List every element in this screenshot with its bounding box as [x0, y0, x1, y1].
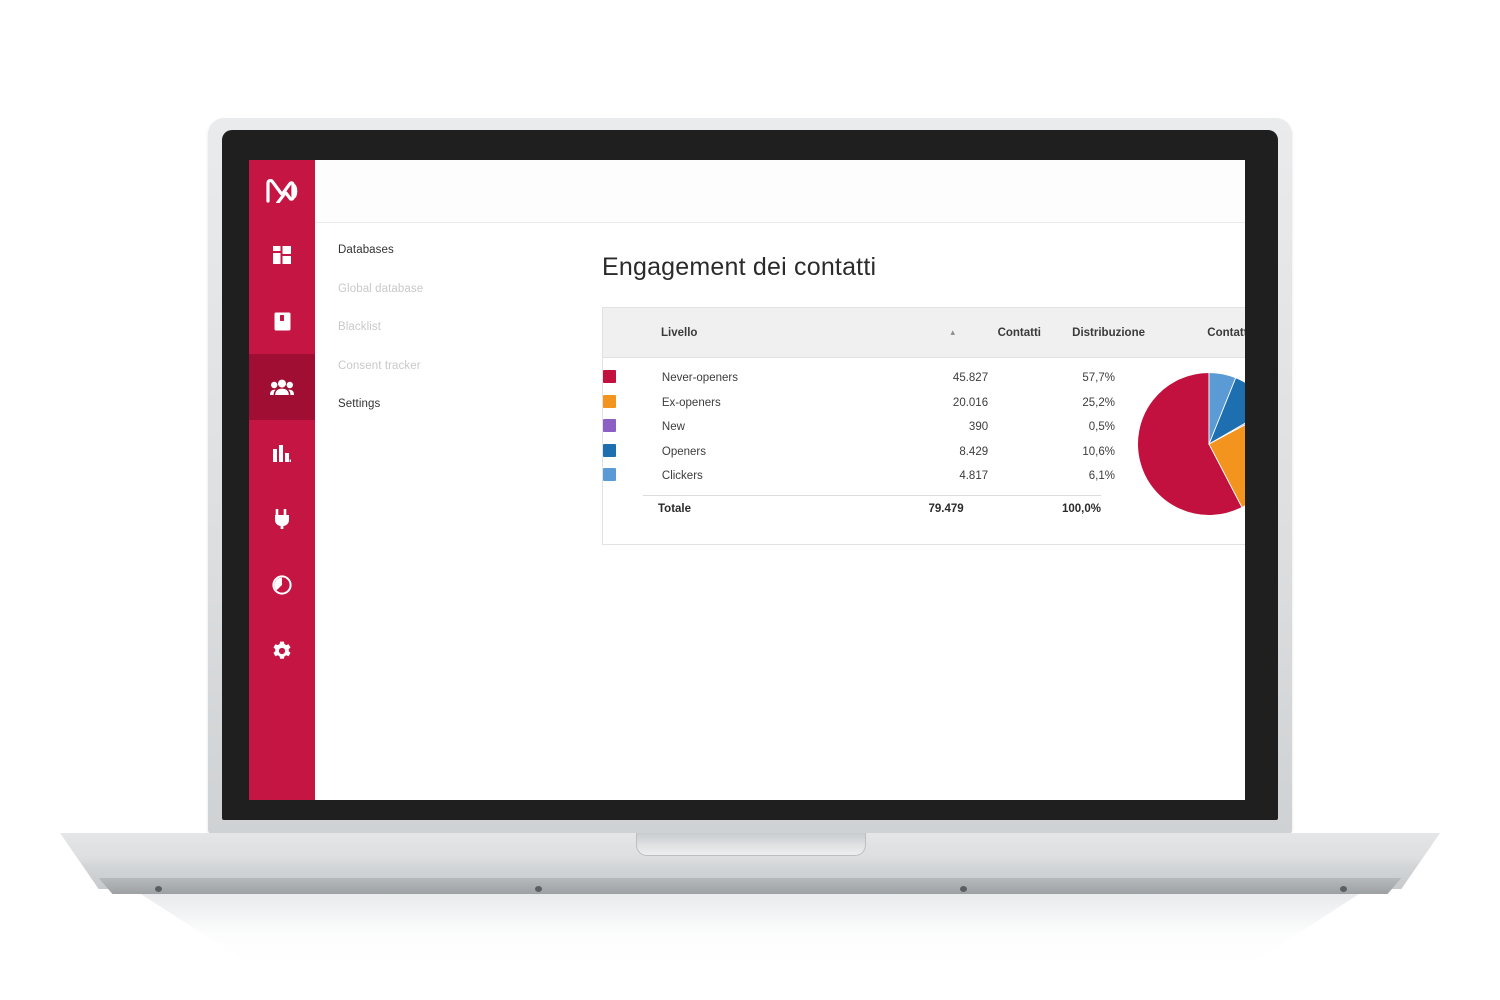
cell-total-distribuzione: 100,0% [1061, 502, 1101, 515]
table-row[interactable]: Ex-openers 20.016 25,2% [603, 391, 1115, 416]
cell-contatti: 8.429 [959, 445, 989, 458]
dashboard-icon [273, 246, 291, 264]
secondary-nav-header [315, 160, 450, 223]
laptop-foot [535, 886, 542, 892]
secondary-nav-list: Databases Global database Blacklist Cons… [315, 223, 450, 438]
legend-swatch-openers [603, 443, 616, 457]
cell-total-contatti: 79.479 [928, 502, 964, 515]
column-header-contatti-chart: Contatti [1207, 326, 1245, 339]
table-row-total: Totale 79.479 100,0% [603, 496, 1115, 522]
laptop-reflection [140, 894, 1360, 966]
table-row[interactable]: Clickers 4.817 6,1% [603, 464, 1115, 489]
rail-item-map[interactable] [249, 288, 315, 354]
cell-distribuzione: 10,6% [1082, 445, 1115, 458]
cell-distribuzione: 6,1% [1088, 470, 1115, 483]
sidebar-item-blacklist[interactable]: Blacklist [338, 321, 450, 334]
rail-item-statistics[interactable] [249, 420, 315, 486]
statistics-bar-chart-icon [273, 444, 291, 462]
engagement-table-wrap: Never-openers 45.827 57,7% Ex-openers 20… [603, 358, 1115, 544]
legend-swatch-ex-openers [603, 394, 616, 408]
table-row[interactable]: Openers 8.429 10,6% [603, 440, 1115, 465]
laptop-mockup: Databases Global database Blacklist Cons… [0, 0, 1500, 1000]
engagement-total-table: Totale 79.479 100,0% [603, 496, 1115, 522]
cell-contatti: 390 [968, 421, 989, 434]
laptop-trackpad-notch [636, 833, 866, 856]
main-area: Engagement dei contatti Livello ▴ Contat… [450, 160, 1245, 800]
table-header-row: Livello ▴ Contatti Distribuzione Contatt… [603, 308, 1245, 358]
card-body: Never-openers 45.827 57,7% Ex-openers 20… [603, 358, 1245, 544]
primary-icon-rail [249, 160, 315, 800]
cell-contatti: 4.817 [959, 470, 989, 483]
mailup-m-logo-icon[interactable] [249, 160, 315, 222]
rail-item-deliverability[interactable] [249, 552, 315, 618]
laptop-foot [1340, 886, 1347, 892]
top-bar [450, 160, 1245, 223]
content-area: Engagement dei contatti Livello ▴ Contat… [450, 223, 1245, 800]
rail-item-contacts[interactable] [249, 354, 315, 420]
column-header-livello[interactable]: Livello [661, 327, 697, 339]
cell-livello: Clickers [661, 470, 703, 483]
settings-gear-icon [272, 641, 292, 661]
legend-swatch-clickers [603, 468, 616, 482]
cell-distribuzione: 57,7% [1082, 372, 1115, 385]
rail-item-dashboard[interactable] [249, 222, 315, 288]
cell-livello: Ex-openers [661, 396, 721, 409]
gauge-deliverability-icon [272, 575, 292, 595]
cell-livello: Never-openers [661, 372, 738, 385]
column-header-contatti[interactable]: Contatti [955, 327, 1041, 339]
cell-contatti: 45.827 [952, 372, 989, 385]
rail-item-settings[interactable] [249, 618, 315, 684]
legend-swatch-new [603, 419, 616, 433]
column-header-distribuzione[interactable]: Distribuzione [1041, 327, 1145, 339]
engagement-card: Livello ▴ Contatti Distribuzione Contatt… [602, 307, 1245, 545]
table-row[interactable]: Never-openers 45.827 57,7% [603, 366, 1115, 391]
cell-distribuzione: 25,2% [1082, 396, 1115, 409]
laptop-foot [960, 886, 967, 892]
laptop-foot [155, 886, 162, 892]
sidebar-item-settings[interactable]: Settings [338, 398, 450, 411]
legend-swatch-never-openers [603, 370, 616, 384]
pie-chart-wrap [1115, 358, 1245, 544]
contacts-people-icon [270, 379, 294, 395]
sidebar-item-consent-tracker[interactable]: Consent tracker [338, 360, 450, 373]
engagement-pie-chart[interactable] [1129, 364, 1245, 524]
cell-livello: Openers [661, 445, 706, 458]
map-icon [274, 312, 291, 331]
page-title: Engagement dei contatti [602, 253, 877, 281]
cell-contatti: 20.016 [952, 396, 989, 409]
sidebar-item-databases[interactable]: Databases [338, 244, 450, 257]
plug-integrations-icon [274, 509, 290, 529]
sidebar-item-global-database[interactable]: Global database [338, 283, 450, 296]
cell-distribuzione: 0,5% [1088, 421, 1115, 434]
table-row[interactable]: New 390 0,5% [603, 415, 1115, 440]
application-window: Databases Global database Blacklist Cons… [249, 160, 1245, 800]
secondary-navigation-panel: Databases Global database Blacklist Cons… [315, 160, 450, 800]
engagement-table: Never-openers 45.827 57,7% Ex-openers 20… [603, 366, 1115, 489]
cell-livello: New [661, 421, 685, 434]
cell-total-label: Totale [658, 502, 692, 515]
rail-item-integrations[interactable] [249, 486, 315, 552]
laptop-screen: Databases Global database Blacklist Cons… [249, 160, 1245, 800]
laptop-base-edge [98, 878, 1402, 894]
